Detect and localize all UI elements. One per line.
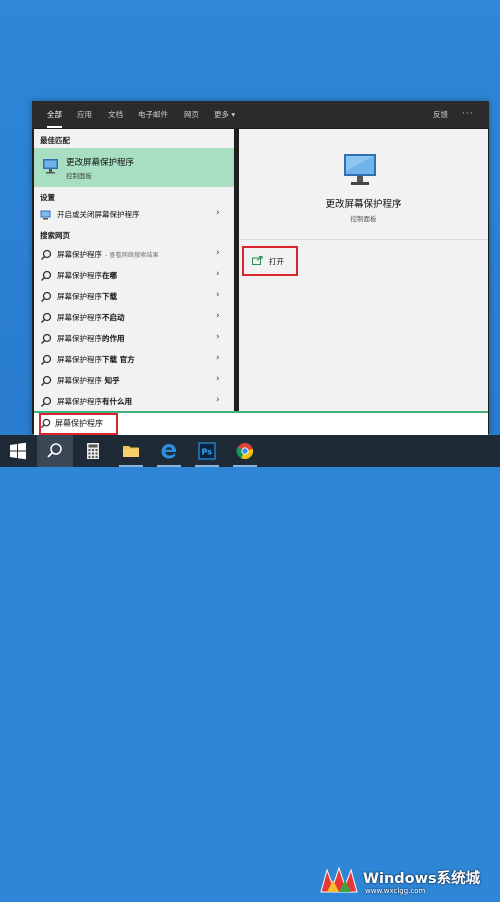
tab-more[interactable]: 更多 ▾ — [214, 101, 235, 128]
open-button[interactable]: 打开 — [242, 246, 298, 276]
calculator-taskbar-button[interactable] — [75, 435, 111, 467]
web-result-base: 屏幕保护程序 — [57, 397, 102, 406]
chevron-right-icon[interactable]: › — [216, 395, 220, 405]
open-label: 打开 — [269, 257, 284, 266]
search-icon — [41, 312, 52, 323]
web-result-suffix: 有什么用 — [102, 397, 132, 406]
divider — [239, 239, 488, 240]
chevron-right-icon[interactable]: › — [216, 290, 220, 300]
web-result-item[interactable]: 屏幕保护程序在哪 › — [34, 266, 234, 286]
web-result-suffix: 下载 — [102, 292, 117, 301]
search-icon — [41, 375, 52, 386]
search-icon — [47, 443, 62, 458]
windows-logo-icon — [10, 442, 26, 460]
web-result-base: 屏幕保护程序 — [57, 334, 102, 343]
search-taskbar-button[interactable] — [37, 435, 73, 467]
tab-all[interactable]: 全部 — [47, 101, 62, 128]
web-result-base: 屏幕保护程序 — [57, 271, 102, 280]
preview-subtitle: 控制面板 — [350, 215, 377, 223]
chevron-right-icon[interactable]: › — [216, 374, 220, 384]
search-bar — [34, 411, 488, 435]
web-result-item[interactable]: 屏幕保护程序不启动 › — [34, 308, 234, 328]
search-icon — [40, 418, 51, 429]
filter-bar: 全部 应用 文档 电子邮件 网页 更多 ▾ 反馈 ··· — [32, 101, 489, 128]
web-result-base: 屏幕保护程序 — [57, 376, 102, 385]
web-result-base: 屏幕保护程序 — [57, 355, 102, 364]
watermark-url: www.wxclgg.com — [365, 887, 426, 895]
chevron-right-icon[interactable]: › — [216, 269, 220, 279]
best-match-title: 更改屏幕保护程序 — [66, 158, 135, 168]
chrome-taskbar-button[interactable] — [227, 435, 263, 467]
photoshop-icon: Ps — [198, 442, 216, 460]
best-match-subtitle: 控制面板 — [66, 172, 92, 180]
screen-settings-icon — [40, 210, 51, 220]
svg-text:Ps: Ps — [202, 448, 213, 457]
web-result-base: 屏幕保护程序 — [57, 250, 102, 259]
tab-documents[interactable]: 文档 — [108, 101, 123, 128]
search-icon — [41, 354, 52, 365]
web-result-suffix: 下载 官方 — [102, 355, 135, 364]
search-icon — [41, 249, 52, 260]
web-result-item[interactable]: 屏幕保护程序 - 查看网络搜索结果 › — [34, 245, 234, 265]
web-result-item[interactable]: 屏幕保护程序有什么用 › — [34, 392, 234, 412]
monitor-large-icon — [344, 154, 376, 185]
photoshop-taskbar-button[interactable]: Ps — [189, 435, 225, 467]
web-result-item[interactable]: 屏幕保护程序下载 官方 › — [34, 350, 234, 370]
section-web: 搜索网页 — [40, 231, 70, 240]
watermark-text: Windows系统城 — [363, 871, 481, 887]
edge-taskbar-button[interactable] — [151, 435, 187, 467]
search-icon — [41, 270, 52, 281]
web-result-base: 屏幕保护程序 — [57, 313, 102, 322]
settings-item-label: 开启或关闭屏幕保护程序 — [57, 210, 140, 219]
results-list: 最佳匹配 更改屏幕保护程序 控制面板 设置 开启或关闭屏幕保护程序 › 搜索网页 — [34, 129, 234, 434]
monitor-icon — [43, 159, 58, 174]
web-result-base: 屏幕保护程序 — [57, 292, 102, 301]
search-input[interactable] — [55, 416, 215, 430]
preview-pane: 更改屏幕保护程序 控制面板 打开 — [239, 129, 488, 434]
web-result-suffix: 的作用 — [102, 334, 125, 343]
watermark-logo-icon — [320, 866, 358, 893]
web-result-item[interactable]: 屏幕保护程序下载 › — [34, 287, 234, 307]
web-result-item[interactable]: 屏幕保护程序 知乎 › — [34, 371, 234, 391]
chevron-right-icon[interactable]: › — [216, 311, 220, 321]
chevron-right-icon[interactable]: › — [216, 208, 220, 218]
web-result-hint: - 查看网络搜索结果 — [105, 252, 159, 259]
feedback-button[interactable]: 反馈 — [433, 101, 448, 128]
search-icon — [41, 333, 52, 344]
chevron-right-icon[interactable]: › — [216, 248, 220, 258]
settings-item[interactable]: 开启或关闭屏幕保护程序 › — [34, 205, 234, 225]
preview-title: 更改屏幕保护程序 — [325, 199, 402, 210]
tab-web[interactable]: 网页 — [184, 101, 199, 128]
web-result-suffix: 不启动 — [102, 313, 125, 322]
section-best-match: 最佳匹配 — [40, 136, 70, 145]
web-result-suffix: 在哪 — [102, 271, 117, 280]
web-result-item[interactable]: 屏幕保护程序的作用 › — [34, 329, 234, 349]
taskbar: Ps Windows系统城 www.wxclgg.com — [0, 435, 500, 895]
edge-browser-icon — [161, 444, 177, 459]
folder-icon — [123, 446, 139, 457]
web-result-suffix: 知乎 — [102, 376, 120, 385]
tab-email[interactable]: 电子邮件 — [138, 101, 168, 128]
search-icon — [41, 291, 52, 302]
chevron-right-icon[interactable]: › — [216, 353, 220, 363]
tab-apps[interactable]: 应用 — [77, 101, 92, 128]
chrome-icon — [236, 443, 254, 460]
calculator-icon — [87, 443, 99, 459]
file-explorer-taskbar-button[interactable] — [113, 435, 149, 467]
section-settings: 设置 — [40, 193, 55, 202]
open-icon — [252, 256, 263, 265]
more-options-button[interactable]: ··· — [462, 101, 474, 128]
chevron-right-icon[interactable]: › — [216, 332, 220, 342]
watermark: Windows系统城 www.wxclgg.com — [313, 860, 499, 902]
search-panel: 全部 应用 文档 电子邮件 网页 更多 ▾ 反馈 ··· 最佳匹配 更改屏幕保护… — [32, 101, 489, 434]
best-match-item[interactable]: 更改屏幕保护程序 控制面板 — [34, 148, 234, 187]
search-icon — [41, 396, 52, 407]
start-button[interactable] — [0, 435, 36, 467]
